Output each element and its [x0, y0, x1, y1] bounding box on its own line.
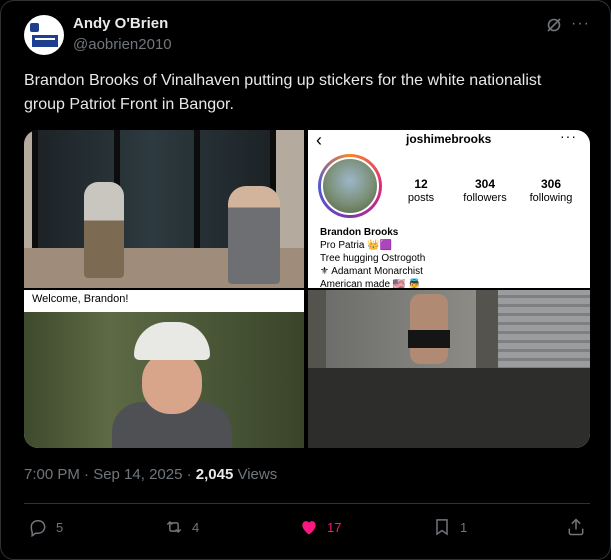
- photo-hardhat[interactable]: Welcome, Brandon!: [24, 290, 304, 448]
- photo-mirror-selfie[interactable]: [308, 290, 590, 448]
- tweet-meta: 7:00 PM · Sep 14, 2025 · 2,045 Views: [24, 466, 277, 483]
- bookmark-icon: [436, 519, 448, 536]
- heart-icon: [302, 521, 316, 535]
- like-count: 17: [327, 519, 342, 535]
- ig-following-count: 306: [540, 177, 562, 191]
- tweet-card: Andy O'Brien @aobrien2010 ··· Brandon Br…: [0, 0, 611, 560]
- instagram-profile-screenshot[interactable]: ‹ joshimebrooks ··· 12 posts 304 followe…: [308, 130, 590, 288]
- author-name[interactable]: Andy O'Brien: [73, 15, 168, 32]
- like-button[interactable]: 17: [299, 515, 341, 539]
- shorts: [408, 330, 450, 348]
- frame: [194, 130, 200, 248]
- ig-bio-name: Brandon Brooks: [320, 227, 399, 238]
- person-body: [410, 294, 448, 364]
- ig-posts-label: posts: [407, 192, 435, 204]
- ig-following-label: following: [529, 192, 573, 204]
- avatar[interactable]: [24, 15, 64, 55]
- ig-posts-count: 12: [414, 177, 428, 191]
- bookmark-count: 1: [460, 519, 468, 535]
- granite-counter: [308, 368, 590, 448]
- share-icon: [568, 518, 584, 536]
- ig-bio: Brandon Brooks Pro Patria 👑🟪 Tree huggin…: [320, 226, 425, 288]
- avatar-flag: [32, 35, 58, 47]
- more-icon[interactable]: ···: [571, 15, 590, 33]
- photo-caption: Welcome, Brandon!: [32, 293, 129, 305]
- share-button[interactable]: [566, 515, 594, 539]
- caption-strip: Welcome, Brandon!: [24, 290, 304, 310]
- reply-button[interactable]: 5: [28, 515, 63, 539]
- person-foreground: [228, 186, 280, 284]
- ig-following: 306 following: [526, 177, 576, 205]
- views-count: 2,045: [195, 466, 234, 483]
- grok-icon[interactable]: [546, 17, 562, 33]
- face: [142, 352, 202, 414]
- ig-bio-line: American made 🇺🇸 👼: [320, 279, 421, 288]
- person-at-door: [84, 182, 124, 278]
- ig-bio-line: Pro Patria 👑🟪: [320, 240, 393, 251]
- ig-bio-line: Tree hugging Ostrogoth: [320, 253, 426, 264]
- bookmark-button[interactable]: 1: [432, 515, 467, 539]
- ig-followers-count: 304: [474, 177, 496, 191]
- ig-followers-label: followers: [463, 192, 507, 204]
- divider: [24, 503, 590, 504]
- mirror: [326, 290, 476, 370]
- frame: [32, 130, 38, 248]
- ig-posts: 12 posts: [406, 177, 436, 205]
- ig-more-icon: ···: [560, 130, 577, 144]
- tweet-text: Brandon Brooks of Vinalhaven putting up …: [24, 72, 542, 113]
- views-label: Views: [233, 466, 278, 483]
- media-grid: ‹ joshimebrooks ··· 12 posts 304 followe…: [24, 130, 590, 448]
- back-arrow-icon: ‹: [316, 130, 322, 150]
- repost-count: 4: [192, 519, 200, 535]
- photo-stickering[interactable]: [24, 130, 304, 288]
- ig-avatar: [318, 154, 382, 218]
- ig-bio-line: ⚜ Adamant Monarchist: [320, 266, 423, 277]
- ig-followers: 304 followers: [460, 177, 510, 205]
- repost-icon: [166, 520, 182, 534]
- avatar-emblem: [30, 23, 39, 32]
- repost-button[interactable]: 4: [164, 515, 199, 539]
- reply-icon: [30, 520, 46, 537]
- ig-username: joshimebrooks: [406, 132, 492, 146]
- author-handle[interactable]: @aobrien2010: [73, 36, 172, 53]
- timestamp[interactable]: 7:00 PM · Sep 14, 2025 ·: [24, 466, 196, 483]
- reply-count: 5: [56, 519, 64, 535]
